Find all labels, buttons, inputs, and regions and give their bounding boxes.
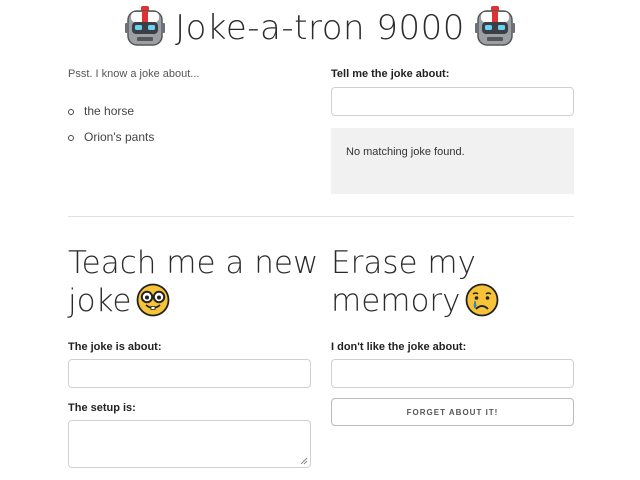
crying-face-icon	[465, 283, 498, 316]
setup-textarea[interactable]	[68, 420, 311, 468]
teach-heading: Teach me a new joke	[68, 244, 318, 320]
section-divider	[68, 216, 574, 217]
erase-heading-line2: memory	[331, 283, 461, 319]
dislike-label: I don't like the joke about:	[331, 341, 467, 353]
tell-joke-input[interactable]	[331, 87, 574, 116]
joke-result-box: No matching joke found.	[331, 128, 574, 194]
known-jokes-list: the horse Orion's pants	[68, 101, 154, 153]
joke-result-text: No matching joke found.	[346, 146, 465, 158]
erase-heading-line1: Erase my	[331, 245, 476, 281]
setup-label: The setup is:	[68, 402, 136, 414]
teach-heading-line1: Teach me a new	[68, 245, 319, 281]
known-jokes-intro: Psst. I know a joke about...	[68, 68, 200, 80]
forget-button[interactable]: FORGET ABOUT IT!	[331, 398, 574, 426]
resize-grip-icon[interactable]	[300, 457, 308, 465]
page-title: Joke-a-tron 9000	[175, 8, 465, 48]
robot-icon	[474, 6, 515, 46]
nerd-face-icon	[136, 283, 169, 316]
page: Joke-a-tron 9000 Psst. I know a joke abo…	[0, 0, 640, 480]
dislike-input[interactable]	[331, 359, 574, 388]
header: Joke-a-tron 9000	[0, 4, 640, 52]
teach-heading-line2: joke	[68, 283, 132, 319]
joke-about-label: The joke is about:	[68, 341, 162, 353]
robot-icon	[125, 6, 166, 46]
joke-about-input[interactable]	[68, 359, 311, 388]
erase-heading: Erase my memory	[331, 244, 499, 320]
list-item: Orion's pants	[68, 127, 154, 153]
tell-joke-label: Tell me the joke about:	[331, 68, 450, 80]
list-item: the horse	[68, 101, 154, 127]
